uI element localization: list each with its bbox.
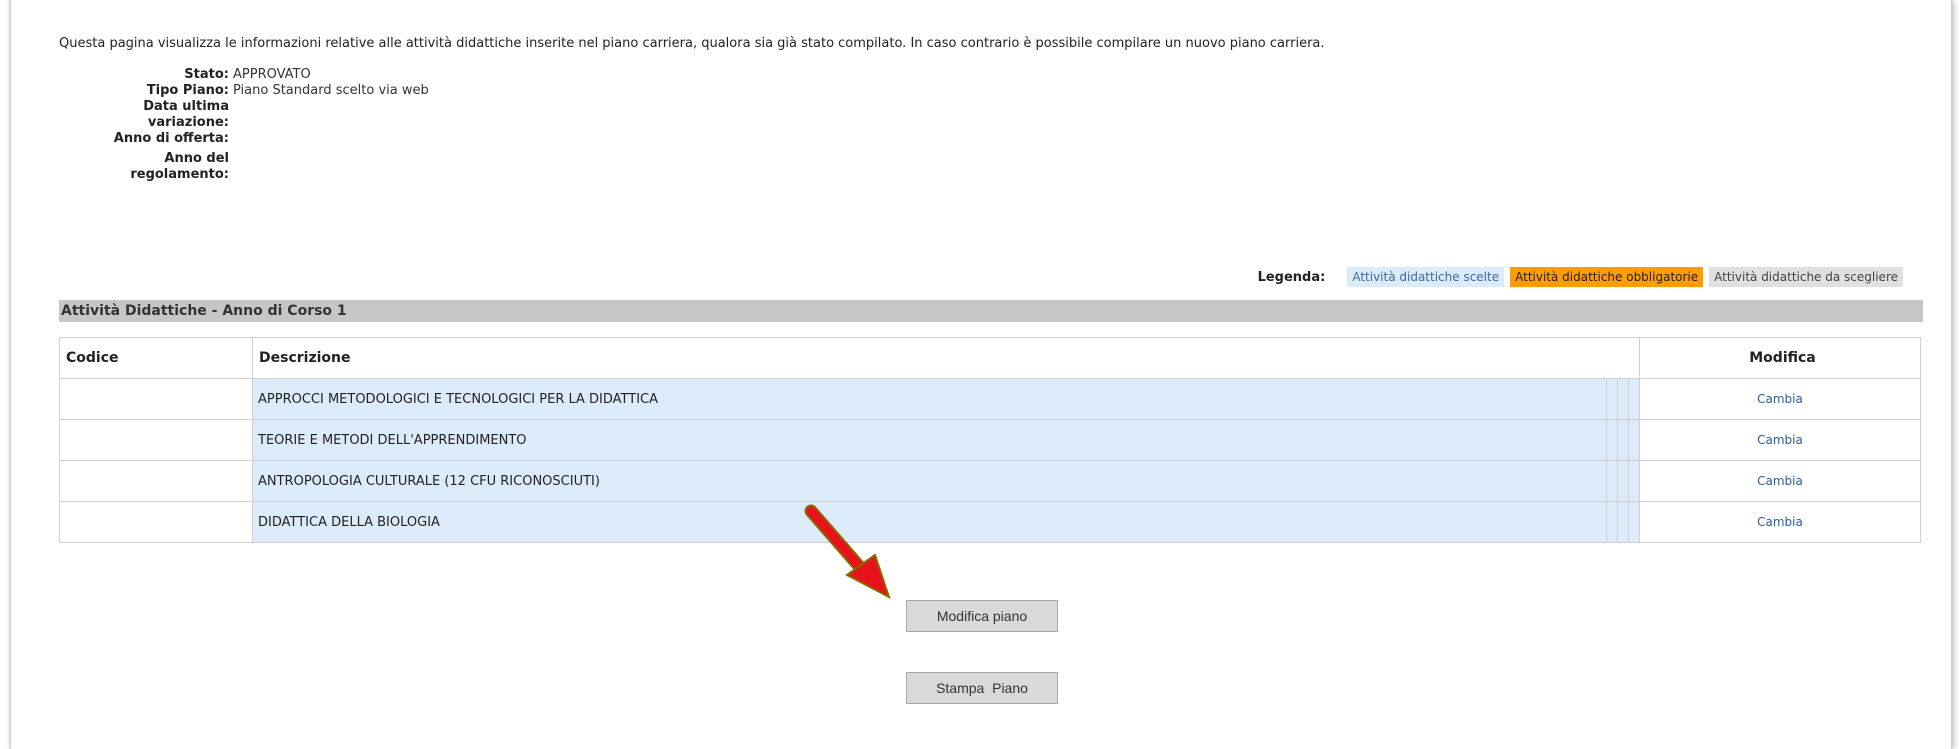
column-header-modify: Modifica — [1639, 337, 1921, 379]
row-code — [59, 460, 253, 502]
info-row-status: Stato: APPROVATO — [91, 67, 429, 83]
legend-chosen: Attività didattiche scelte — [1347, 267, 1505, 287]
intro-text: Questa pagina visualizza le informazioni… — [59, 36, 1325, 51]
change-link[interactable]: Cambia — [1757, 392, 1803, 406]
legend-title: Legenda: — [1257, 269, 1326, 285]
row-cell — [1628, 460, 1640, 502]
column-header-description: Descrizione — [252, 337, 1640, 379]
table-header-row: Codice Descrizione Modifica — [59, 337, 1921, 379]
row-description: DIDATTICA DELLA BIOLOGIA — [252, 501, 1607, 543]
table-row: APPROCCI METODOLOGICI E TECNOLOGICI PER … — [59, 378, 1921, 420]
row-code — [59, 501, 253, 543]
table-row: DIDATTICA DELLA BIOLOGIA Cambia — [59, 501, 1921, 543]
row-modify-cell: Cambia — [1639, 378, 1921, 420]
legend-mandatory: Attività didattiche obbligatorie — [1510, 267, 1704, 287]
row-modify-cell: Cambia — [1639, 501, 1921, 543]
row-cell — [1617, 501, 1629, 543]
legend: Legenda: Attività didattiche scelte Atti… — [1258, 267, 1903, 287]
change-link[interactable]: Cambia — [1757, 474, 1803, 488]
table-row: TEORIE E METODI DELL'APPRENDIMENTO Cambi… — [59, 419, 1921, 461]
row-modify-cell: Cambia — [1639, 460, 1921, 502]
modify-plan-button[interactable]: Modifica piano — [906, 600, 1058, 632]
row-code — [59, 378, 253, 420]
red-arrow-icon — [804, 504, 891, 600]
section-title: Attività Didattiche - Anno di Corso 1 — [59, 300, 1923, 322]
legend-to-choose: Attività didattiche da scegliere — [1709, 267, 1903, 287]
row-cell — [1617, 419, 1629, 461]
plan-info: Stato: APPROVATO Tipo Piano: Piano Stand… — [91, 67, 429, 183]
offer-year-value — [229, 131, 233, 147]
page-frame: Questa pagina visualizza le informazioni… — [10, 0, 1952, 749]
status-value: APPROVATO — [233, 67, 311, 82]
last-change-value — [229, 99, 233, 131]
info-row-plan-type: Tipo Piano: Piano Standard scelto via we… — [91, 83, 429, 99]
row-description: APPROCCI METODOLOGICI E TECNOLOGICI PER … — [252, 378, 1607, 420]
row-code — [59, 419, 253, 461]
info-row-last-change: Data ultima variazione: — [91, 99, 429, 131]
regulation-year-label: Anno del regolamento: — [130, 151, 229, 182]
print-plan-button[interactable]: Stampa Piano — [906, 672, 1058, 704]
row-modify-cell: Cambia — [1639, 419, 1921, 461]
offer-year-label: Anno di offerta: — [113, 131, 229, 146]
row-cell — [1628, 378, 1640, 420]
change-link[interactable]: Cambia — [1757, 433, 1803, 447]
row-cell — [1606, 460, 1618, 502]
last-change-label: Data ultima variazione: — [143, 99, 229, 130]
table-row: ANTROPOLOGIA CULTURALE (12 CFU RICONOSCI… — [59, 460, 1921, 502]
row-cell — [1606, 419, 1618, 461]
activities-table: Codice Descrizione Modifica APPROCCI MET… — [59, 337, 1921, 543]
change-link[interactable]: Cambia — [1757, 515, 1803, 529]
row-cell — [1606, 378, 1618, 420]
status-label: Stato: — [184, 67, 229, 82]
regulation-year-value — [229, 151, 233, 183]
info-row-offer-year: Anno di offerta: — [91, 131, 429, 147]
column-header-code: Codice — [59, 337, 253, 379]
row-cell — [1617, 378, 1629, 420]
row-description: TEORIE E METODI DELL'APPRENDIMENTO — [252, 419, 1607, 461]
info-row-regulation-year: Anno del regolamento: — [91, 151, 429, 183]
row-cell — [1628, 419, 1640, 461]
plan-type-value: Piano Standard scelto via web — [233, 83, 429, 98]
row-description: ANTROPOLOGIA CULTURALE (12 CFU RICONOSCI… — [252, 460, 1607, 502]
plan-type-label: Tipo Piano: — [146, 83, 229, 98]
row-cell — [1628, 501, 1640, 543]
row-cell — [1617, 460, 1629, 502]
row-cell — [1606, 501, 1618, 543]
